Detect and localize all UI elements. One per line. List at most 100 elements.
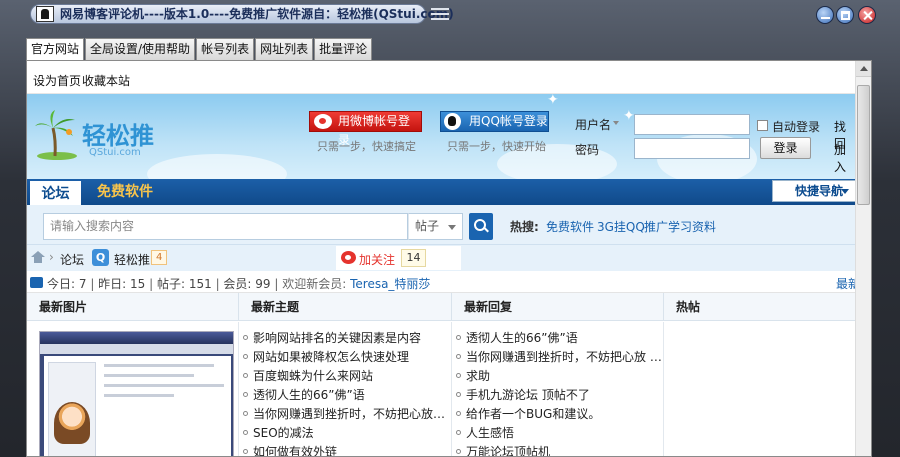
maximize-button[interactable] <box>836 6 854 24</box>
breadcrumb-user[interactable]: 轻松推 <box>114 251 150 268</box>
topic-item[interactable]: SEO的减法 <box>239 424 451 443</box>
hot-search-label: 热搜: <box>510 220 539 234</box>
qq-penguin-icon <box>444 113 461 130</box>
sparkle-icon: ✦ <box>547 94 559 108</box>
chart-icon <box>30 277 43 288</box>
topic-item[interactable]: 当你网赚遇到挫折时，不妨把心放… <box>239 405 451 424</box>
palm-tree-logo-icon <box>35 110 77 160</box>
tab-strip: 官方网站 全局设置/使用帮助 帐号列表 网址列表 批量评论 <box>26 38 373 60</box>
reply-item[interactable]: 手机九游论坛 顶帖不了 <box>452 386 663 405</box>
topic-item[interactable]: 如何做有效外链 <box>239 443 451 456</box>
nav-forum[interactable]: 论坛 <box>30 179 81 205</box>
latest-images-header: 最新图片 <box>27 293 239 321</box>
qq-login-label: 用QQ帐号登录 <box>469 114 548 128</box>
app-logo-icon <box>36 6 54 22</box>
home-icon[interactable] <box>31 251 45 263</box>
search-button[interactable] <box>469 213 493 240</box>
stat-posts: 帖子: 151 <box>156 277 212 291</box>
follower-count: 14 <box>401 249 426 267</box>
hot-posts-header: 热帖 <box>676 300 701 314</box>
reply-item[interactable]: 给作者一个BUG和建议。 <box>452 405 663 424</box>
weibo-hint: 只需一步，快速搞定 <box>317 140 416 153</box>
breadcrumb-count-badge: 4 <box>151 250 168 265</box>
scroll-thumb[interactable] <box>857 85 870 205</box>
site-name: 轻松推 <box>82 121 154 150</box>
menu-icon[interactable] <box>431 8 449 22</box>
tab-settings-help[interactable]: 全局设置/使用帮助 <box>85 38 196 60</box>
hot-link[interactable]: 免费软件 <box>546 218 594 235</box>
search-type-value: 帖子 <box>415 219 440 233</box>
latest-replies-header: 最新回复 <box>452 293 664 321</box>
login-button[interactable]: 登录 <box>760 137 811 159</box>
window-title: 网易博客评论机----版本1.0----免费推广软件源自：轻松推(QStui.c… <box>60 7 454 21</box>
weibo-icon <box>314 114 332 129</box>
password-input[interactable] <box>634 138 750 159</box>
password-label: 密码 <box>575 143 600 157</box>
title-bar[interactable]: 网易博客评论机----版本1.0----免费推广软件源自：轻松推(QStui.c… <box>0 0 900 30</box>
reply-item[interactable]: 求助 <box>452 367 663 386</box>
follow-button[interactable]: 加关注 <box>359 251 395 268</box>
reply-item[interactable]: 万能论坛顶帖机 <box>452 443 663 456</box>
cloud-decoration <box>147 154 287 179</box>
new-member-link[interactable]: Teresa_特丽莎 <box>350 277 430 291</box>
column-headers: 最新图片 最新主题 最新回复 热帖 <box>27 293 857 321</box>
quick-nav-dropdown[interactable]: 快捷导航 <box>772 180 858 202</box>
browser-content: 设为首页 收藏本站 ✦ ✦ 轻松推 QStui.com 用微博帐号登录 用QQ帐… <box>26 60 872 457</box>
chevron-down-icon <box>448 225 456 230</box>
auto-login-label: 自动登录 <box>772 120 821 134</box>
app-window: 网易博客评论机----版本1.0----免费推广软件源自：轻松推(QStui.c… <box>0 0 900 457</box>
chevron-down-icon <box>841 189 849 194</box>
quick-nav-label: 快捷导航 <box>795 184 844 198</box>
user-badge-icon: Q <box>92 249 109 266</box>
site-header: ✦ ✦ 轻松推 QStui.com 用微博帐号登录 用QQ帐号登录 只需一步，快… <box>27 94 857 179</box>
tab-account-list[interactable]: 帐号列表 <box>196 38 255 60</box>
welcome-label: 欢迎新会员: <box>282 277 351 291</box>
tab-url-list[interactable]: 网址列表 <box>255 38 314 60</box>
auto-login-checkbox[interactable] <box>757 120 768 131</box>
username-label: 用户名 <box>575 118 612 132</box>
username-input[interactable] <box>634 114 750 135</box>
hot-link[interactable]: 3G挂QQ <box>597 218 645 235</box>
stat-yesterday: 昨日: 15 <box>98 277 146 291</box>
topic-list: 影响网站排名的关键因素是内容 网站如果被降权怎么快速处理 百度蜘蛛为什么来网站 … <box>239 322 451 456</box>
breadcrumb: › 论坛 Q 轻松推 4 加关注 14 <box>27 245 857 271</box>
hot-link[interactable]: 推广学习资料 <box>644 218 716 235</box>
close-button[interactable] <box>858 6 876 24</box>
topic-item[interactable]: 百度蜘蛛为什么来网站 <box>239 367 451 386</box>
topic-item[interactable]: 网站如果被降权怎么快速处理 <box>239 348 451 367</box>
vertical-scrollbar[interactable] <box>855 61 871 456</box>
topic-item[interactable]: 影响网站排名的关键因素是内容 <box>239 329 451 348</box>
username-dropdown-icon[interactable] <box>613 121 619 125</box>
qq-login-button[interactable]: 用QQ帐号登录 <box>440 111 549 132</box>
stat-today: 今日: 7 <box>47 277 87 291</box>
forum-stats: 今日: 7 | 昨日: 15 | 帖子: 151 | 会员: 99 | 欢迎新会… <box>27 271 860 293</box>
nav-free-software[interactable]: 免费软件 <box>97 179 153 205</box>
search-type-select[interactable]: 帖子 <box>408 213 463 240</box>
sparkle-icon: ✦ <box>623 108 635 124</box>
search-bar: 请输入搜索内容 帖子 热搜: 免费软件 3G挂QQ 推广学习资料 <box>27 205 857 245</box>
latest-topics-header: 最新主题 <box>239 293 452 321</box>
main-nav: 论坛 免费软件 快捷导航 <box>27 179 858 205</box>
minimize-button[interactable] <box>816 6 834 24</box>
qq-hint: 只需一步，快速开始 <box>447 140 546 153</box>
weibo-icon <box>341 251 356 264</box>
weibo-login-button[interactable]: 用微博帐号登录 <box>309 111 422 147</box>
set-home-link[interactable]: 设为首页 <box>33 72 81 89</box>
hot-posts-column <box>664 322 857 456</box>
tab-batch-comment[interactable]: 批量评论 <box>314 38 373 60</box>
stat-members: 会员: 99 <box>223 277 271 291</box>
reply-item[interactable]: 当你网赚遇到挫折时，不妨把心放 … <box>452 348 663 367</box>
topic-item[interactable]: 透彻人生的66”佛”语 <box>239 386 451 405</box>
join-link[interactable]: 加入 <box>834 141 857 175</box>
reply-item[interactable]: 人生感悟 <box>452 424 663 443</box>
scroll-up-icon[interactable] <box>856 61 871 77</box>
reply-list: 透彻人生的66”佛”语 当你网赚遇到挫折时，不妨把心放 … 求助 手机九游论坛 … <box>452 322 663 456</box>
avatar <box>54 402 90 444</box>
bookmark-link[interactable]: 收藏本站 <box>82 72 130 89</box>
latest-replies-column: 透彻人生的66”佛”语 当你网赚遇到挫折时，不妨把心放 … 求助 手机九游论坛 … <box>452 322 664 456</box>
tab-official-site[interactable]: 官方网站 <box>26 38 85 60</box>
breadcrumb-forum[interactable]: 论坛 <box>60 251 84 268</box>
search-input[interactable]: 请输入搜索内容 <box>43 213 408 240</box>
reply-item[interactable]: 透彻人生的66”佛”语 <box>452 329 663 348</box>
latest-image-thumbnail[interactable] <box>39 331 234 456</box>
